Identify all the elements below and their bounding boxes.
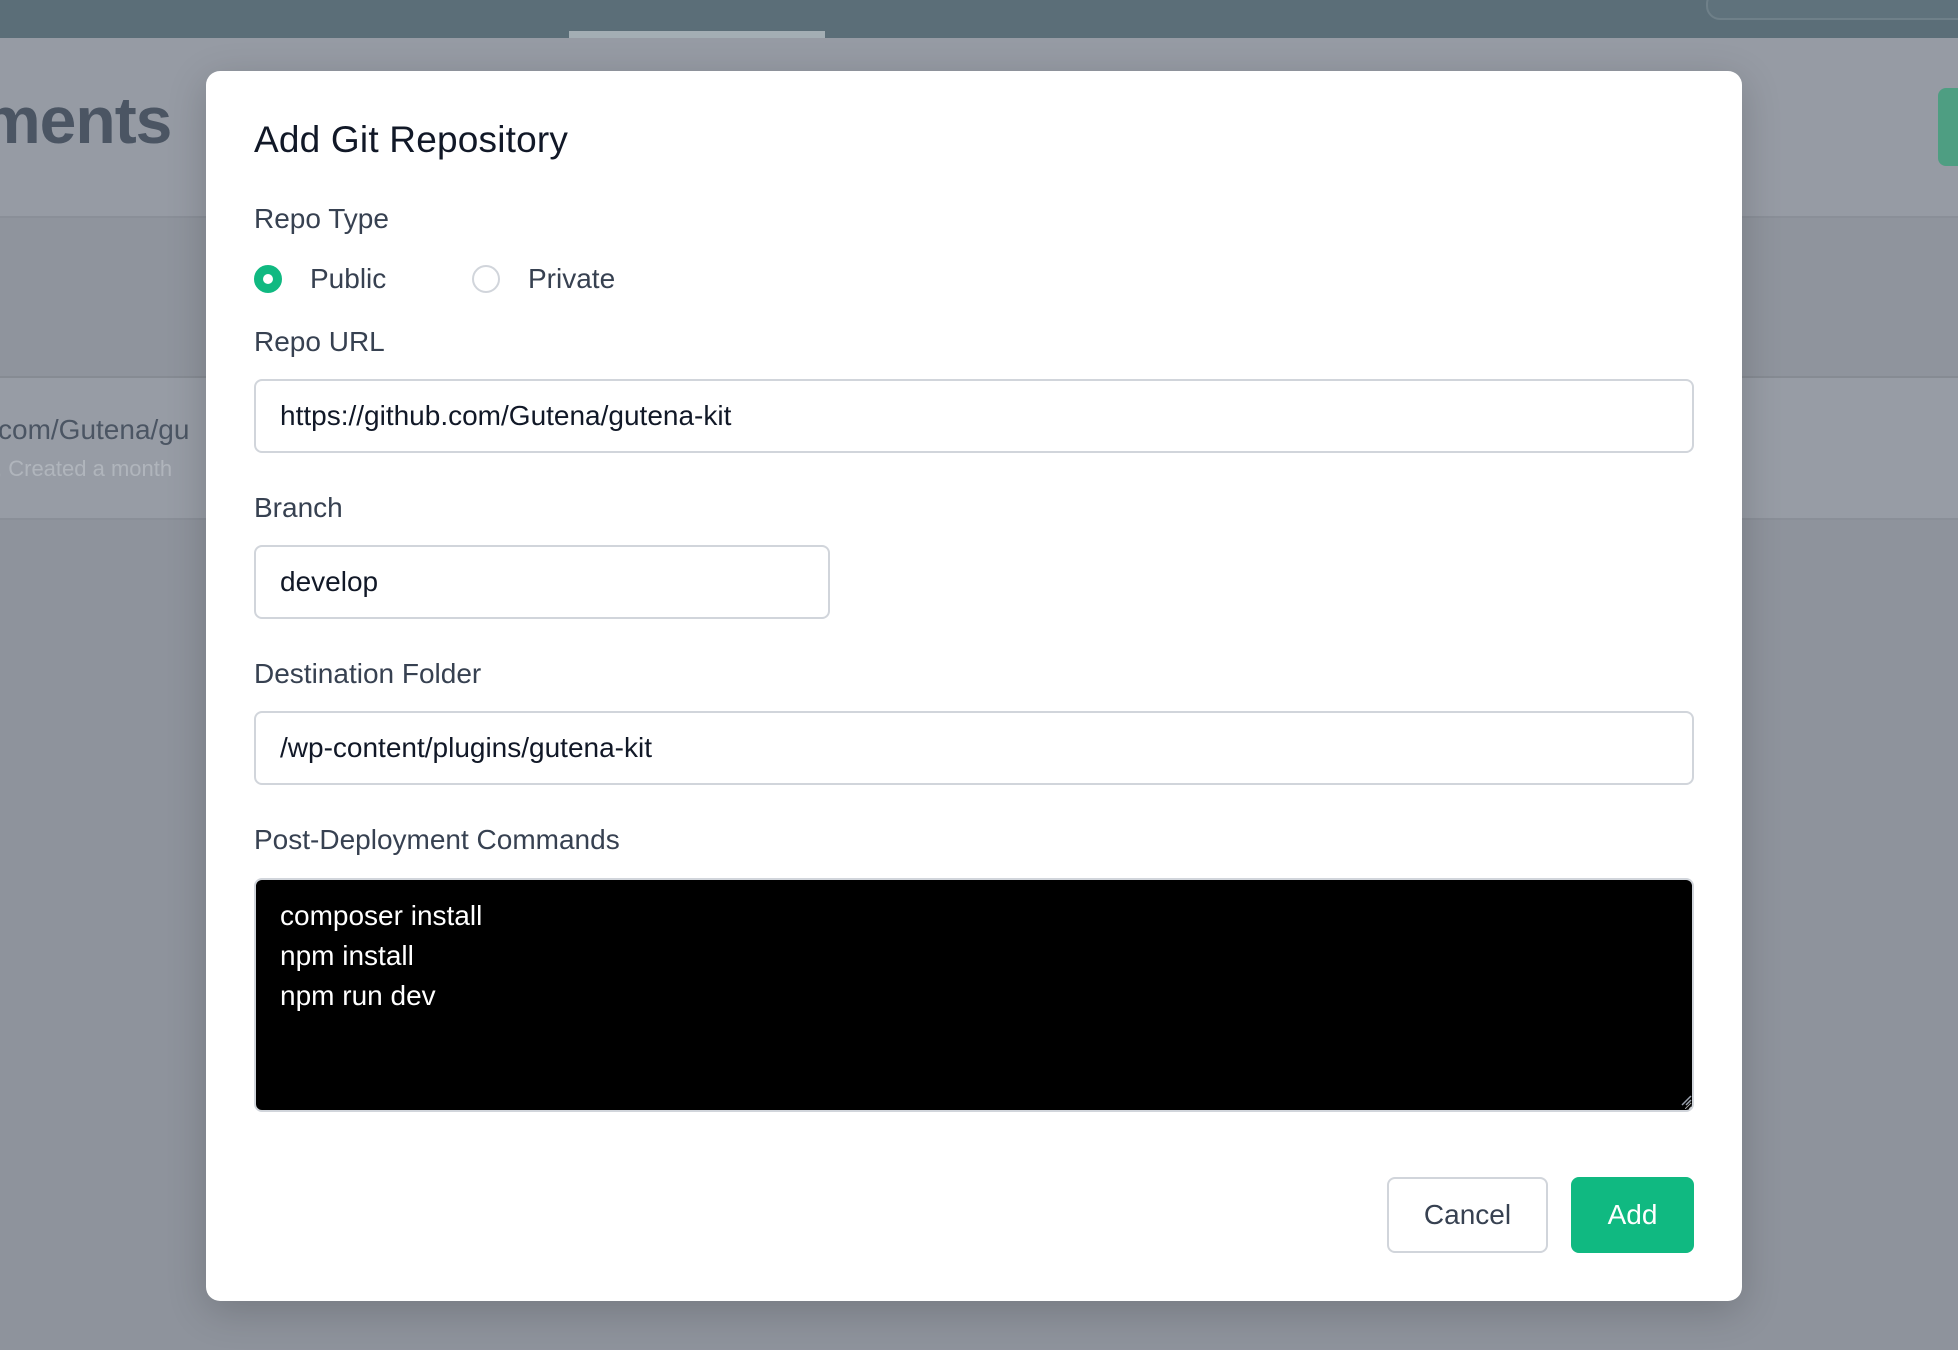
destination-folder-input[interactable] xyxy=(254,711,1694,785)
top-search-box xyxy=(1706,0,1958,20)
repository-row-meta: , Created a month xyxy=(0,456,173,481)
post-deployment-commands-label: Post-Deployment Commands xyxy=(254,824,620,855)
repo-type-private-option[interactable]: Private xyxy=(472,259,615,299)
radio-checked-icon[interactable] xyxy=(254,265,282,293)
destination-folder-label: Destination Folder xyxy=(254,658,482,689)
repo-url-label: Repo URL xyxy=(254,326,385,357)
top-navigation-bar xyxy=(0,0,1958,38)
active-tab-indicator xyxy=(569,31,825,38)
repo-type-public-label[interactable]: Public xyxy=(310,263,386,295)
resize-grip-icon[interactable] xyxy=(1680,1094,1692,1106)
repo-type-public-option[interactable]: Public xyxy=(254,259,386,299)
repo-type-private-label[interactable]: Private xyxy=(528,263,615,295)
dialog-title: Add Git Repository xyxy=(254,119,569,160)
branch-input[interactable] xyxy=(254,545,830,619)
add-deployment-button xyxy=(1938,88,1958,166)
add-git-repository-dialog: Add Git Repository Repo Type Public Priv… xyxy=(206,71,1742,1301)
add-button[interactable]: Add xyxy=(1571,1177,1694,1253)
repository-row-url: com/Gutena/gu xyxy=(0,414,190,445)
radio-unchecked-icon[interactable] xyxy=(472,265,500,293)
repo-url-input[interactable] xyxy=(254,379,1694,453)
page-title: ments xyxy=(0,83,172,157)
post-deployment-commands-textarea[interactable]: composer install npm install npm run dev xyxy=(254,878,1694,1112)
repo-type-label: Repo Type xyxy=(254,203,389,234)
cancel-button[interactable]: Cancel xyxy=(1387,1177,1548,1253)
branch-label: Branch xyxy=(254,492,343,523)
